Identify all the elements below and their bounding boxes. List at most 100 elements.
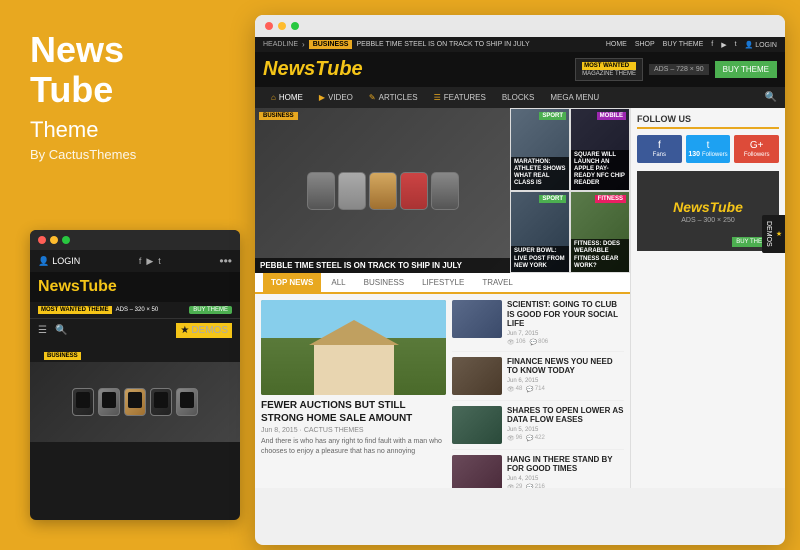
twitter-label: Followers — [702, 152, 728, 158]
tab-travel[interactable]: TRAVEL — [474, 273, 521, 292]
watch-4 — [150, 388, 172, 416]
featured-title[interactable]: FEWER AUCTIONS BUT STILL STRONG HOME SAL… — [261, 399, 446, 425]
main-header: NewsTube MOST WANTED MAGAZINE THEME ADS … — [255, 52, 785, 87]
main-browser: HEADLINE › BUSINESS PEBBLE TIME STEEL IS… — [255, 15, 785, 545]
search-icon[interactable]: 🔍 — [55, 325, 67, 336]
top-bar-tag[interactable]: BUSINESS — [309, 40, 353, 49]
articles-icon: ✎ — [369, 93, 376, 102]
top-login[interactable]: 👤 LOGIN — [745, 41, 777, 49]
watch-3 — [124, 388, 146, 416]
nav-search-icon[interactable]: 🔍 — [765, 92, 777, 103]
business-tag: BUSINESS — [44, 352, 81, 360]
news-item-3: HANG IN THERE STAND BY FOR GOOD TIMES Ju… — [452, 455, 624, 488]
house-shape — [314, 345, 394, 395]
featured-article: FEWER AUCTIONS BUT STILL STRONG HOME SAL… — [261, 300, 446, 488]
news-items-list: SCIENTIST: GOING TO CLUB IS GOOD FOR YOU… — [452, 300, 624, 488]
news-title-1[interactable]: FINANCE NEWS YOU NEED TO KNOW TODAY — [507, 357, 624, 376]
hero-main-tag[interactable]: BUSINESS — [259, 112, 298, 120]
header-buy-btn[interactable]: BUY THEME — [715, 61, 777, 78]
hero-side-item-3: FITNESS FITNESS: DOES WEARABLE FITNESS G… — [570, 191, 630, 274]
top-bar-text: PEBBLE TIME STEEL IS ON TRACK TO SHIP IN… — [356, 41, 529, 48]
nav-video[interactable]: ▶ VIDEO — [311, 87, 361, 108]
left-panel: News Tube Theme By CactusThemes — [30, 30, 230, 162]
top-bar-left: HEADLINE › BUSINESS PEBBLE TIME STEEL IS… — [263, 40, 530, 49]
comments-1: 💬 714 — [526, 386, 545, 393]
twitter-icon[interactable]: t — [158, 256, 161, 267]
close-dot-main[interactable] — [265, 22, 273, 30]
buy-theme-link[interactable]: BUY THEME — [663, 41, 704, 48]
ni-bg-0 — [452, 300, 502, 338]
top-facebook-icon[interactable]: f — [711, 41, 713, 48]
close-dot[interactable] — [38, 236, 46, 244]
nav-features[interactable]: ☰ FEATURES — [426, 87, 494, 108]
ad-box: MOST WANTED MAGAZINE THEME — [575, 58, 643, 81]
demo-tab[interactable]: ★ DEMOS — [762, 215, 785, 253]
headline-label: HEADLINE — [263, 41, 298, 48]
hero-main: BUSINESS PEBBLE TIME STEEL IS ON TRACK T… — [255, 108, 510, 273]
hero-side-item-2: SPORT SUPER BOWL: LIVE POST FROM NEW YOR… — [510, 191, 570, 274]
news-stats-0: 👁 106 💬 806 — [507, 339, 624, 346]
nav-articles[interactable]: ✎ ARTICLES — [361, 87, 426, 108]
hero-watch-4 — [400, 172, 428, 210]
content-left: BUSINESS PEBBLE TIME STEEL IS ON TRACK T… — [255, 108, 630, 488]
hero-watch-2 — [338, 172, 366, 210]
min-dot-main[interactable] — [278, 22, 286, 30]
nav-blocks[interactable]: BLOCKS — [494, 87, 542, 108]
hero-tag-3[interactable]: FITNESS — [595, 195, 626, 203]
watch-5 — [176, 388, 198, 416]
app-subtitle: Theme — [30, 117, 230, 143]
hero-tag-2[interactable]: SPORT — [539, 195, 566, 203]
news-img-2 — [452, 406, 502, 444]
house-image — [261, 300, 446, 395]
tab-business[interactable]: BUSINESS — [356, 273, 412, 292]
twitter-btn[interactable]: t 130 Followers — [686, 135, 731, 163]
youtube-icon[interactable]: ▶ — [146, 256, 153, 267]
nav-home[interactable]: ⌂ HOME — [263, 87, 311, 108]
hamburger-icon[interactable]: ☰ — [38, 325, 47, 336]
max-dot-main[interactable] — [291, 22, 299, 30]
news-title-0[interactable]: SCIENTIST: GOING TO CLUB IS GOOD FOR YOU… — [507, 300, 624, 329]
views-1: 👁 48 — [507, 386, 522, 393]
hero-tag-0[interactable]: SPORT — [539, 112, 566, 120]
hero-grid: BUSINESS PEBBLE TIME STEEL IS ON TRACK T… — [255, 108, 630, 273]
top-twitter-icon[interactable]: t — [735, 41, 737, 48]
maximize-dot[interactable] — [62, 236, 70, 244]
google-btn[interactable]: G+ Followers — [734, 135, 779, 163]
comments-0: 💬 806 — [530, 339, 549, 346]
tab-all[interactable]: ALL — [323, 273, 353, 292]
social-buttons: f Fans t 130 Followers G+ Followers — [637, 135, 779, 163]
hero-side-item-0: SPORT MARATHON: ATHLETE SHOWS WHAT REAL … — [510, 108, 570, 191]
login-link[interactable]: 👤 LOGIN — [38, 256, 80, 267]
content-sidebar: FOLLOW US f Fans t 130 Followers G+ Foll… — [630, 108, 785, 488]
tab-lifestyle[interactable]: LIFESTYLE — [414, 273, 472, 292]
news-img-1 — [452, 357, 502, 395]
more-options[interactable]: ••• — [219, 254, 232, 268]
app-by: By CactusThemes — [30, 147, 230, 162]
minimize-dot[interactable] — [50, 236, 58, 244]
hero-caption-2: SUPER BOWL: LIVE POST FROM NEW YORK — [511, 246, 569, 272]
sidebar-ad-size: ADS – 300 × 250 — [681, 217, 735, 224]
views-3: 👁 29 — [507, 484, 522, 488]
facebook-icon[interactable]: f — [139, 256, 142, 267]
hero-tag-1[interactable]: MOBILE — [597, 112, 626, 120]
watch-1 — [72, 388, 94, 416]
nav-mega-menu[interactable]: MEGA MENU — [542, 87, 607, 108]
news-img-3 — [452, 455, 502, 488]
news-stats-1: 👁 48 💬 714 — [507, 386, 624, 393]
news-title-2[interactable]: SHARES TO OPEN LOWER AS DATA FLOW EASES — [507, 406, 624, 425]
top-youtube-icon[interactable]: ▶ — [721, 41, 726, 49]
featured-image — [261, 300, 446, 395]
news-title-3[interactable]: HANG IN THERE STAND BY FOR GOOD TIMES — [507, 455, 624, 474]
tab-top-news[interactable]: TOP NEWS — [263, 273, 321, 292]
small-buy-btn[interactable]: BUY THEME — [189, 306, 232, 314]
facebook-btn[interactable]: f Fans — [637, 135, 682, 163]
shop-link[interactable]: SHOP — [635, 41, 655, 48]
header-ad: MOST WANTED MAGAZINE THEME ADS – 728 × 9… — [575, 58, 777, 81]
news-item-1: FINANCE NEWS YOU NEED TO KNOW TODAY Jun … — [452, 357, 624, 401]
news-text-2: SHARES TO OPEN LOWER AS DATA FLOW EASES … — [507, 406, 624, 444]
hero-caption-0: MARATHON: ATHLETE SHOWS WHAT REAL CLASS … — [511, 157, 569, 190]
small-logo-area: NewsTube — [30, 272, 240, 302]
home-link[interactable]: HOME — [606, 41, 627, 48]
demos-btn[interactable]: ★ DEMOS — [176, 323, 232, 338]
main-top-bar: HEADLINE › BUSINESS PEBBLE TIME STEEL IS… — [255, 37, 785, 52]
